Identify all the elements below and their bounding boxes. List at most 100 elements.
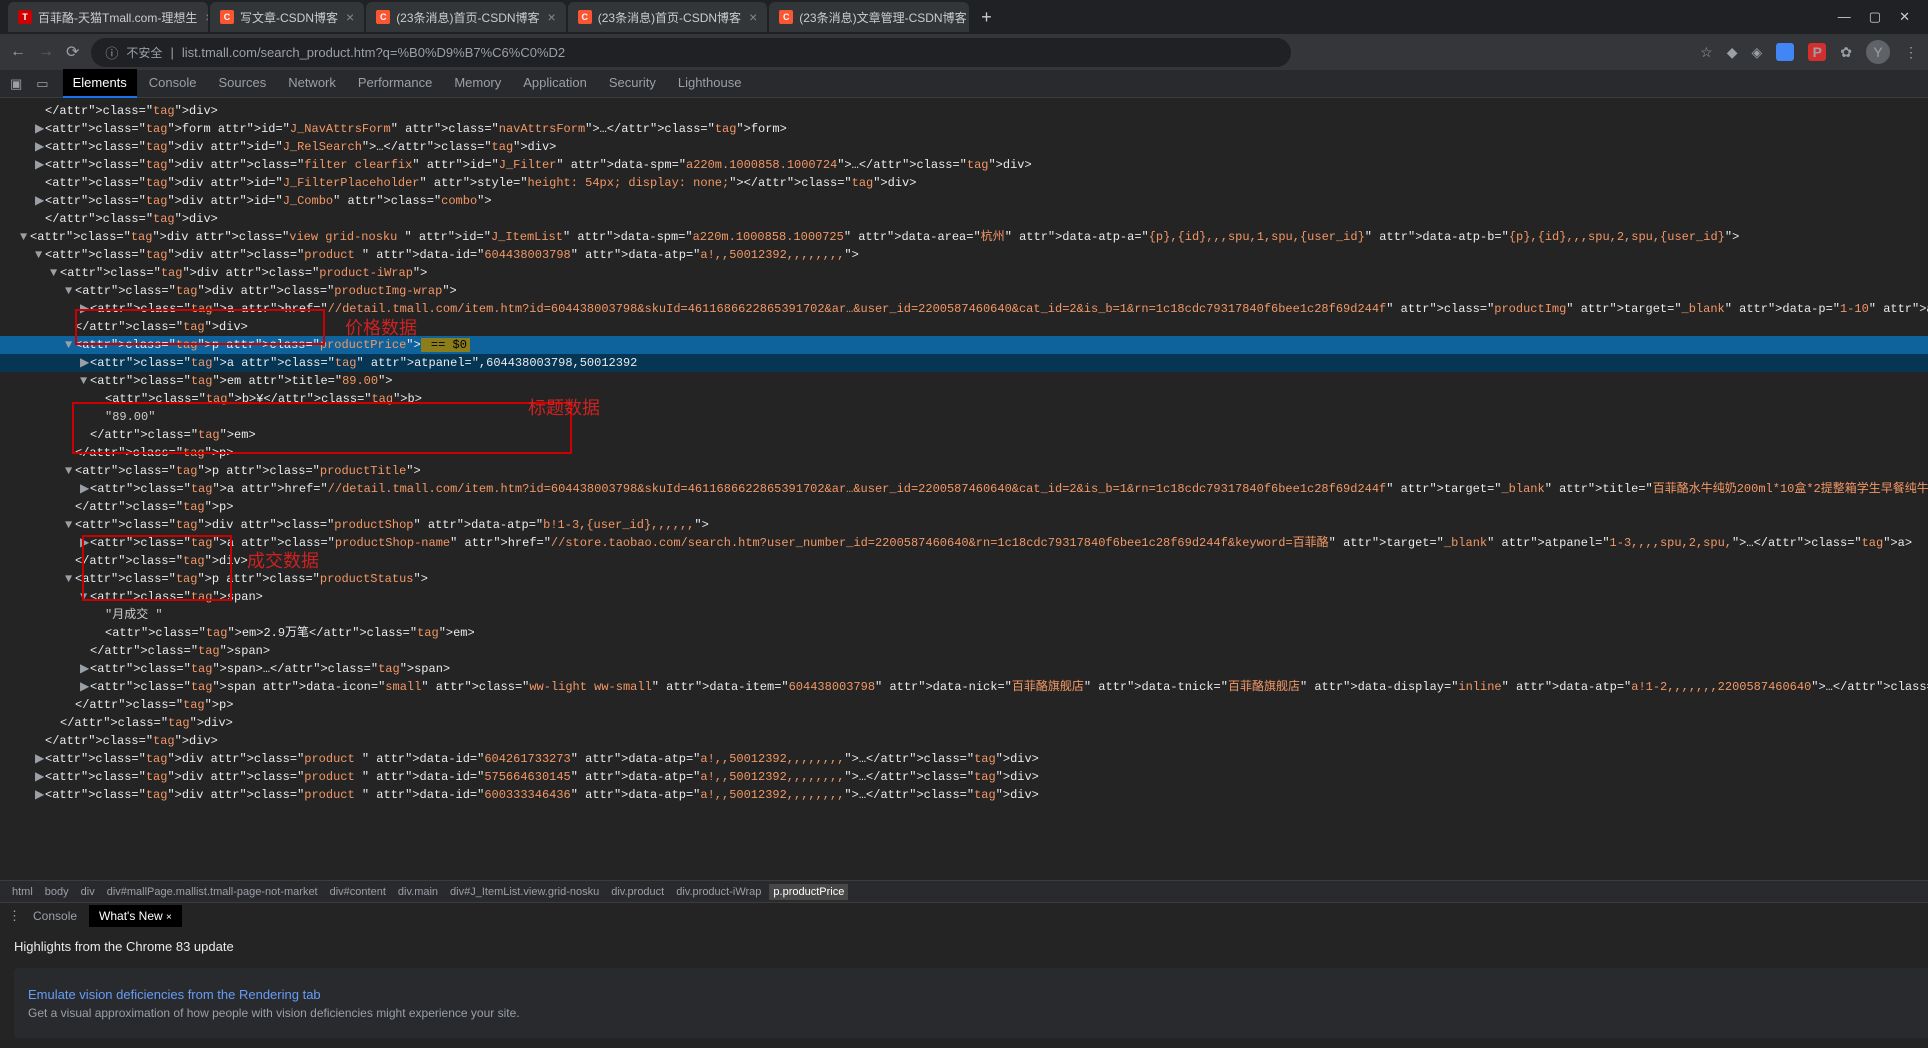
back-button[interactable]: ←	[10, 43, 26, 61]
console-drawer: ⋮ Console What's New × ✕ Highlights from…	[0, 902, 1928, 1048]
element-line[interactable]: ▶<attr">class="tag">div attr">class="pro…	[0, 786, 1928, 804]
devtools-tab-network[interactable]: Network	[278, 69, 346, 98]
devtools-tab-application[interactable]: Application	[513, 69, 597, 98]
element-line[interactable]: ▶<attr">class="tag">a attr">class="tag" …	[0, 354, 1928, 372]
element-line[interactable]: ▶<attr">class="tag">div attr">id="J_RelS…	[0, 138, 1928, 156]
element-line[interactable]: ▶<attr">class="tag">a attr">href="//deta…	[0, 480, 1928, 498]
crumb[interactable]: div#content	[326, 884, 390, 900]
browser-tab-1[interactable]: C写文章-CSDN博客×	[210, 2, 364, 32]
browser-tab-2[interactable]: C(23条消息)首页-CSDN博客×	[366, 2, 566, 32]
element-line[interactable]: </attr">class="tag">div>	[0, 210, 1928, 228]
star-icon[interactable]: ☆	[1700, 44, 1713, 61]
element-line[interactable]: ▶<attr">class="tag">div attr">class="fil…	[0, 156, 1928, 174]
menu-icon[interactable]: ⋮	[8, 908, 21, 924]
element-line[interactable]: <attr">class="tag">div attr">id="J_Filte…	[0, 174, 1928, 192]
crumb[interactable]: div#J_ItemList.view.grid-nosku	[446, 884, 603, 900]
devtools-tab-console[interactable]: Console	[139, 69, 207, 98]
element-line[interactable]: </attr">class="tag">div>	[0, 102, 1928, 120]
element-line[interactable]: ▼<attr">class="tag">span>	[0, 588, 1928, 606]
element-line[interactable]: ▶<attr">class="tag">div attr">class="pro…	[0, 750, 1928, 768]
menu-icon[interactable]: ⋮	[1904, 44, 1918, 61]
devtools-tab-sources[interactable]: Sources	[209, 69, 277, 98]
crumb[interactable]: body	[41, 884, 73, 900]
new-tab-button[interactable]: +	[971, 7, 1002, 28]
devtools-tab-elements[interactable]: Elements	[63, 69, 137, 98]
close-icon[interactable]: ×	[548, 9, 556, 25]
close-icon[interactable]: ×	[346, 9, 354, 25]
element-line[interactable]: ▼<attr">class="tag">div attr">class="pro…	[0, 264, 1928, 282]
extension-pinterest-icon[interactable]: P	[1808, 43, 1826, 61]
element-line[interactable]: ▼<attr">class="tag">p attr">class="produ…	[0, 462, 1928, 480]
puzzle-icon[interactable]: ◆	[1727, 44, 1738, 61]
element-line[interactable]: "月成交 "	[0, 606, 1928, 624]
reload-button[interactable]: ⟳	[66, 42, 79, 62]
element-line[interactable]: ▶<attr">class="tag">a attr">href="//deta…	[0, 300, 1928, 318]
close-icon[interactable]: ✕	[1899, 9, 1910, 25]
element-line[interactable]: </attr">class="tag">div>	[0, 714, 1928, 732]
element-line[interactable]: </attr">class="tag">p>	[0, 444, 1928, 462]
crumb[interactable]: div#mallPage.mallist.tmall-page-not-mark…	[103, 884, 322, 900]
favicon-csdn: C	[376, 10, 390, 24]
devtools-tab-lighthouse[interactable]: Lighthouse	[668, 69, 752, 98]
address-bar[interactable]: ⓘ 不安全 | list.tmall.com/search_product.ht…	[91, 38, 1291, 67]
tab-whatsnew[interactable]: What's New ×	[89, 905, 182, 927]
elements-tree[interactable]: </attr">class="tag">div>▶<attr">class="t…	[0, 98, 1928, 880]
whatsnew-title: Highlights from the Chrome 83 update	[14, 939, 1928, 954]
element-line[interactable]: </attr">class="tag">div>	[0, 318, 1928, 336]
element-line[interactable]: ▶<attr">class="tag">span>…</attr">class=…	[0, 660, 1928, 678]
browser-toolbar: ← → ⟳ ⓘ 不安全 | list.tmall.com/search_prod…	[0, 34, 1928, 70]
element-line[interactable]: ▼<attr">class="tag">p attr">class="produ…	[0, 336, 1928, 354]
element-line[interactable]: </attr">class="tag">div>	[0, 732, 1928, 750]
inspect-icon[interactable]: ▣	[10, 76, 22, 92]
element-line[interactable]: ▼<attr">class="tag">em attr">title="89.0…	[0, 372, 1928, 390]
extension-icon[interactable]: ✿	[1840, 44, 1852, 61]
window-controls: — ▢ ✕	[1838, 9, 1920, 25]
element-line[interactable]: <attr">class="tag">em>2.9万笔</attr">class…	[0, 624, 1928, 642]
devtools-tab-security[interactable]: Security	[599, 69, 666, 98]
devtools: ▣ ▭ ElementsConsoleSourcesNetworkPerform…	[0, 70, 1928, 1048]
browser-tab-3[interactable]: C(23条消息)首页-CSDN博客×	[568, 2, 768, 32]
element-breadcrumbs[interactable]: htmlbodydivdiv#mallPage.mallist.tmall-pa…	[0, 880, 1928, 902]
profile-avatar[interactable]: Y	[1866, 40, 1890, 64]
element-line[interactable]: </attr">class="tag">span>	[0, 642, 1928, 660]
element-line[interactable]: ▼<attr">class="tag">div attr">class="vie…	[0, 228, 1928, 246]
cast-icon[interactable]: ◈	[1751, 44, 1762, 61]
element-line[interactable]: </attr">class="tag">p>	[0, 498, 1928, 516]
element-line[interactable]: ▼<attr">class="tag">div attr">class="pro…	[0, 282, 1928, 300]
maximize-icon[interactable]: ▢	[1869, 9, 1881, 25]
crumb[interactable]: div	[77, 884, 99, 900]
browser-tab-4[interactable]: C(23条消息)文章管理-CSDN博客×	[769, 2, 969, 32]
element-line[interactable]: ▶<attr">class="tag">div attr">class="pro…	[0, 768, 1928, 786]
devtools-tab-memory[interactable]: Memory	[444, 69, 511, 98]
element-line[interactable]: </attr">class="tag">p>	[0, 696, 1928, 714]
minimize-icon[interactable]: —	[1838, 9, 1851, 25]
favicon-tmall: T	[18, 10, 32, 24]
extension-icon[interactable]	[1776, 43, 1794, 61]
crumb[interactable]: div.main	[394, 884, 442, 900]
devtools-toolbar: ▣ ▭ ElementsConsoleSourcesNetworkPerform…	[0, 70, 1928, 98]
element-line[interactable]: </attr">class="tag">em>	[0, 426, 1928, 444]
element-line[interactable]: ▶<attr">class="tag">a attr">class="produ…	[0, 534, 1928, 552]
crumb[interactable]: div.product	[607, 884, 668, 900]
close-icon[interactable]: ×	[205, 9, 208, 25]
crumb[interactable]: p.productPrice	[769, 884, 848, 900]
close-icon[interactable]: ×	[749, 9, 757, 25]
element-line[interactable]: ▶<attr">class="tag">div attr">id="J_Comb…	[0, 192, 1928, 210]
element-line[interactable]: ▼<attr">class="tag">div attr">class="pro…	[0, 246, 1928, 264]
crumb[interactable]: html	[8, 884, 37, 900]
device-icon[interactable]: ▭	[36, 76, 48, 92]
element-line[interactable]: "89.00"	[0, 408, 1928, 426]
element-line[interactable]: ▼<attr">class="tag">p attr">class="produ…	[0, 570, 1928, 588]
element-line[interactable]: </attr">class="tag">div>	[0, 552, 1928, 570]
element-line[interactable]: ▼<attr">class="tag">div attr">class="pro…	[0, 516, 1928, 534]
browser-tab-0[interactable]: T百菲酪-天猫Tmall.com-理想生×	[8, 2, 208, 32]
forward-button[interactable]: →	[38, 43, 54, 61]
element-line[interactable]: ▶<attr">class="tag">span attr">data-icon…	[0, 678, 1928, 696]
crumb[interactable]: div.product-iWrap	[672, 884, 765, 900]
browser-tab-strip: T百菲酪-天猫Tmall.com-理想生× C写文章-CSDN博客× C(23条…	[0, 0, 1928, 34]
devtools-tab-performance[interactable]: Performance	[348, 69, 442, 98]
tab-console[interactable]: Console	[23, 905, 87, 927]
element-line[interactable]: ▶<attr">class="tag">form attr">id="J_Nav…	[0, 120, 1928, 138]
element-line[interactable]: <attr">class="tag">b>¥</attr">class="tag…	[0, 390, 1928, 408]
whatsnew-card[interactable]: Emulate vision deficiencies from the Ren…	[14, 968, 1928, 1038]
